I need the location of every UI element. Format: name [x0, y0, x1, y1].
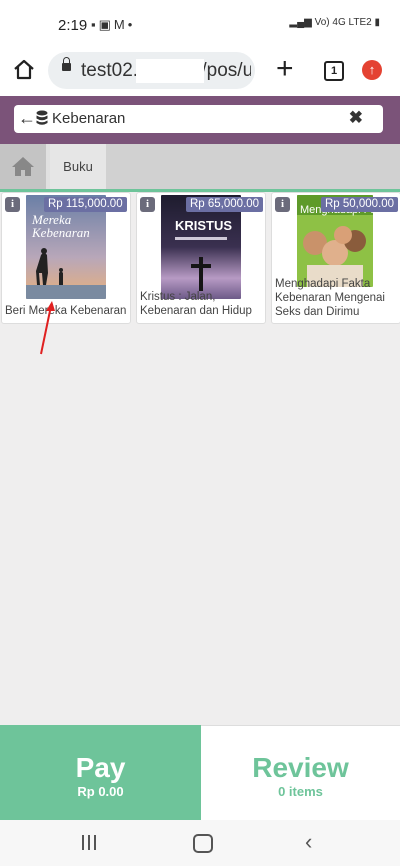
info-icon[interactable]: i — [140, 197, 155, 212]
address-bar[interactable]: test02. /pos/u — [48, 52, 255, 89]
tab-buku[interactable]: Buku — [50, 144, 106, 189]
signal-icon: ▂▄▆ — [289, 17, 312, 28]
product-card[interactable]: KRISTUS i Rp 65,000.00 Kristus : Jalan, … — [136, 192, 266, 324]
photo-icon: ▪ — [91, 17, 99, 32]
home-nav-icon[interactable] — [193, 834, 213, 853]
pay-button[interactable]: Pay Rp 0.00 — [0, 725, 201, 820]
network-label: Vo) 4G LTE2 — [314, 17, 372, 28]
tab-switcher-button[interactable]: 1 — [324, 61, 344, 81]
battery-icon: ▮ — [374, 17, 380, 28]
category-bar: Buku — [0, 144, 400, 192]
home-icon — [12, 157, 34, 176]
product-card[interactable]: Mereka Kebenaran i Rp 115,000.00 Beri Me… — [1, 192, 131, 324]
price-badge: Rp 65,000.00 — [186, 197, 264, 212]
annotation-arrow-icon — [40, 301, 55, 355]
product-card[interactable]: Menghadapi Fakta i Rp 50,000.00 Menghada… — [271, 192, 400, 324]
info-icon[interactable]: i — [5, 197, 20, 212]
product-name: Menghadapi Fakta Kebenaran Mengenai Seks… — [275, 278, 385, 318]
lock-icon — [62, 57, 71, 71]
product-name: Beri Mereka Kebenaran — [5, 305, 127, 317]
review-count: 0 items — [278, 784, 323, 799]
review-button[interactable]: Review 0 items — [201, 725, 400, 821]
gmail-icon: M — [113, 17, 128, 32]
home-icon[interactable] — [12, 58, 36, 82]
network-indicators: ▂▄▆ Vo) 4G LTE2 ▮ — [289, 17, 380, 28]
info-icon[interactable]: i — [275, 197, 290, 212]
review-label: Review — [252, 752, 349, 783]
recent-apps-icon[interactable] — [82, 835, 98, 850]
status-time: 2:19 — [58, 17, 88, 34]
pay-label: Pay — [75, 752, 126, 783]
back-arrow-icon[interactable]: ← — [18, 108, 36, 129]
pay-amount: Rp 0.00 — [77, 784, 124, 799]
search-header: ← ✖ — [0, 96, 400, 144]
new-tab-icon[interactable]: + — [276, 54, 294, 84]
system-nav-bar: ‹ — [0, 820, 400, 866]
back-nav-icon[interactable]: ‹ — [305, 831, 312, 853]
notification-icons: ▪▣M• — [91, 17, 135, 33]
clear-search-icon[interactable]: ✖ — [349, 108, 363, 128]
url-redaction — [136, 59, 204, 83]
cover-title: KRISTUS — [175, 218, 233, 233]
update-icon[interactable]: ↑ — [362, 60, 382, 80]
price-badge: Rp 50,000.00 — [321, 197, 399, 212]
search-input[interactable] — [52, 107, 342, 130]
category-home-button[interactable] — [0, 144, 46, 189]
search-box: ← ✖ — [14, 105, 383, 133]
gallery-icon: ▣ — [98, 17, 114, 32]
browser-toolbar: test02. /pos/u + 1 ↑ — [0, 50, 400, 96]
cover-title: Mereka Kebenaran — [32, 212, 90, 240]
status-bar: 2:19 ▪▣M• ▂▄▆ Vo) 4G LTE2 ▮ — [0, 0, 400, 50]
price-badge: Rp 115,000.00 — [44, 197, 127, 212]
product-name: Kristus : Jalan, Kebenaran dan Hidup — [140, 291, 252, 317]
database-icon — [36, 110, 48, 125]
dot-icon: • — [127, 17, 136, 32]
